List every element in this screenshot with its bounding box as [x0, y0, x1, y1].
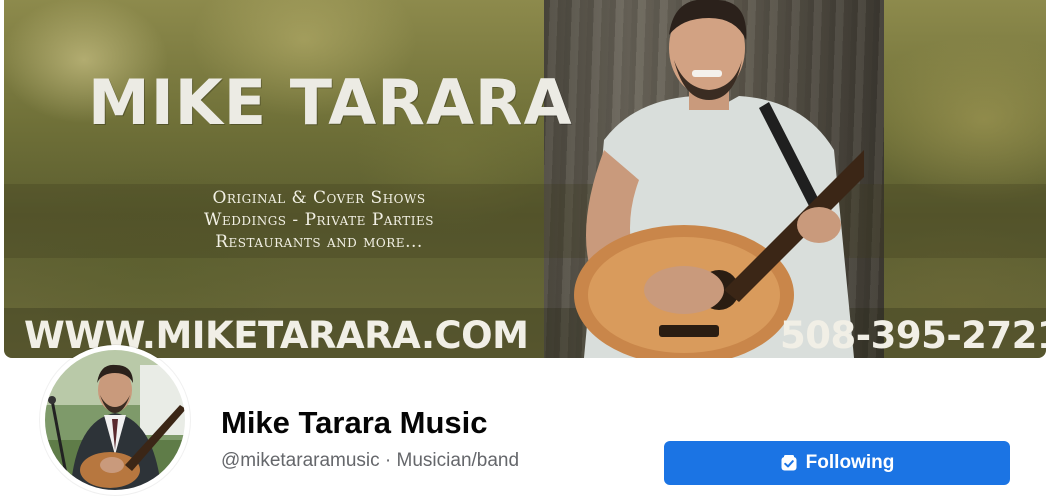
cover-tagline-line: Original & Cover Shows: [212, 188, 426, 208]
following-check-icon: [780, 454, 798, 472]
cover-text-band: [4, 184, 1046, 258]
page-header: MIKE TARARA Original & Cover Shows Weddi…: [0, 0, 1050, 500]
cover-tagline: Original & Cover Shows Weddings - Privat…: [164, 187, 474, 253]
page-title: Mike Tarara Music: [221, 405, 488, 440]
cover-phone: 508-395-2721: [780, 314, 1046, 357]
cover-photo[interactable]: MIKE TARARA Original & Cover Shows Weddi…: [4, 0, 1046, 358]
avatar-photo: [41, 346, 189, 494]
cover-tagline-line: Restaurants and more...: [215, 232, 423, 252]
page-subtitle: @miketararamusic · Musician/band: [221, 450, 520, 471]
following-button-label: Following: [805, 452, 895, 473]
cover-tagline-line: Weddings - Private Parties: [204, 210, 434, 230]
following-button[interactable]: Following: [664, 441, 1010, 485]
profile-avatar[interactable]: [40, 345, 190, 495]
cover-person-illustration: [574, 0, 864, 358]
cover-title: MIKE TARARA: [88, 66, 573, 139]
